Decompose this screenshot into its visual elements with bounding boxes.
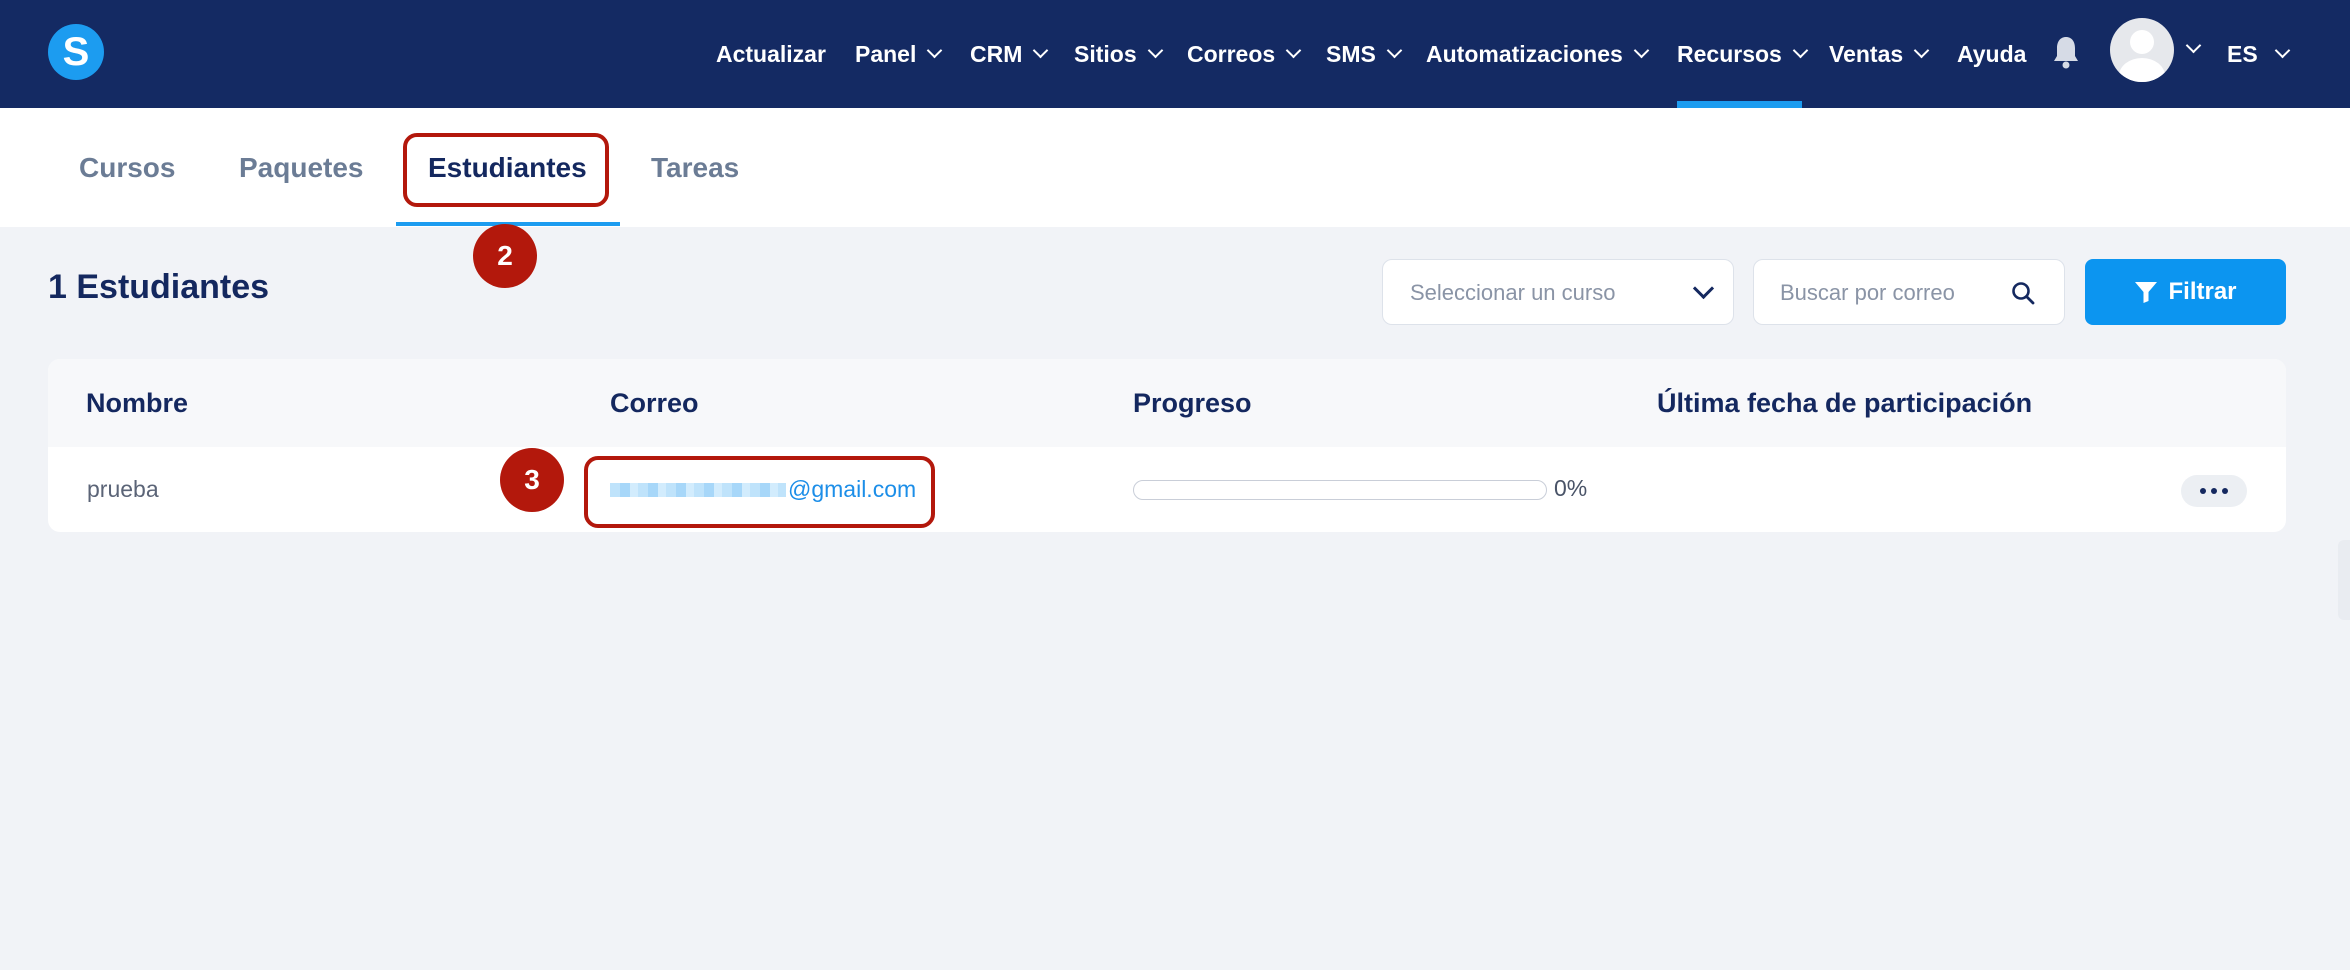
chevron-down-icon	[1285, 42, 1302, 59]
annotation-step-badge: 2	[473, 224, 537, 288]
annotation-highlight-tab	[403, 133, 609, 207]
row-actions-button[interactable]	[2181, 475, 2247, 507]
course-select-placeholder: Seleccionar un curso	[1410, 280, 1616, 305]
nav-item-correos[interactable]: Correos	[1187, 0, 1302, 108]
chevron-down-icon	[1692, 277, 1715, 300]
progress-bar	[1133, 480, 1547, 500]
column-header-progreso: Progreso	[1133, 387, 1252, 418]
table-header: Nombre Correo Progreso Última fecha de p…	[48, 359, 2286, 447]
nav-item-ventas[interactable]: Ventas	[1829, 0, 1930, 108]
email-search-input[interactable]	[1780, 274, 2000, 312]
chevron-down-icon	[1913, 42, 1930, 59]
column-header-ultima-fecha: Última fecha de participación	[1657, 387, 2033, 418]
chevron-down-icon	[1147, 42, 1163, 59]
user-avatar[interactable]	[2110, 18, 2174, 82]
filter-icon	[2135, 282, 2158, 303]
page-title: 1 Estudiantes	[48, 268, 270, 306]
scrollbar-hint[interactable]	[2338, 540, 2350, 620]
app-logo[interactable]: S	[48, 24, 104, 80]
nav-item-sms[interactable]: SMS	[1326, 0, 1403, 108]
chevron-down-icon	[1033, 42, 1049, 59]
nav-item-recursos[interactable]: Recursos	[1677, 0, 1809, 108]
student-name: prueba	[87, 476, 159, 502]
more-dots-icon	[2200, 488, 2206, 494]
chevron-down-icon	[1633, 42, 1650, 59]
nav-item-sitios[interactable]: Sitios	[1074, 0, 1163, 108]
nav-active-indicator	[1677, 101, 1802, 108]
nav-item-ayuda[interactable]: Ayuda	[1957, 0, 2026, 108]
nav-item-panel[interactable]: Panel	[855, 0, 943, 108]
top-navbar: S Actualizar Panel CRM Sitios Correos SM…	[0, 0, 2350, 108]
annotation-step-badge: 3	[500, 448, 564, 512]
tab-tareas[interactable]: Tareas	[651, 108, 739, 227]
chevron-down-icon	[1792, 42, 1809, 59]
chevron-down-icon[interactable]	[2185, 37, 2202, 54]
column-header-correo: Correo	[610, 387, 699, 418]
chevron-down-icon	[2274, 42, 2290, 59]
filter-button[interactable]: Filtrar	[2085, 259, 2286, 325]
course-select[interactable]: Seleccionar un curso	[1382, 259, 1734, 325]
nav-item-automatizaciones[interactable]: Automatizaciones	[1426, 0, 1650, 108]
tab-cursos[interactable]: Cursos	[79, 108, 175, 227]
tab-paquetes[interactable]: Paquetes	[239, 108, 364, 227]
nav-item-actualizar[interactable]: Actualizar	[716, 0, 826, 108]
bell-icon[interactable]	[2052, 34, 2080, 70]
annotation-highlight-email	[584, 456, 935, 528]
progress-percent: 0%	[1554, 475, 1588, 501]
chevron-down-icon	[1386, 42, 1403, 59]
tab-bar: Cursos Paquetes Estudiantes Tareas	[0, 108, 2350, 227]
chevron-down-icon	[927, 42, 943, 59]
nav-item-crm[interactable]: CRM	[970, 0, 1049, 108]
column-header-nombre: Nombre	[86, 387, 189, 418]
students-table: Nombre Correo Progreso Última fecha de p…	[48, 359, 2286, 532]
email-search-box	[1753, 259, 2065, 325]
search-icon[interactable]	[2011, 281, 2035, 305]
language-selector[interactable]: ES	[2227, 0, 2290, 108]
